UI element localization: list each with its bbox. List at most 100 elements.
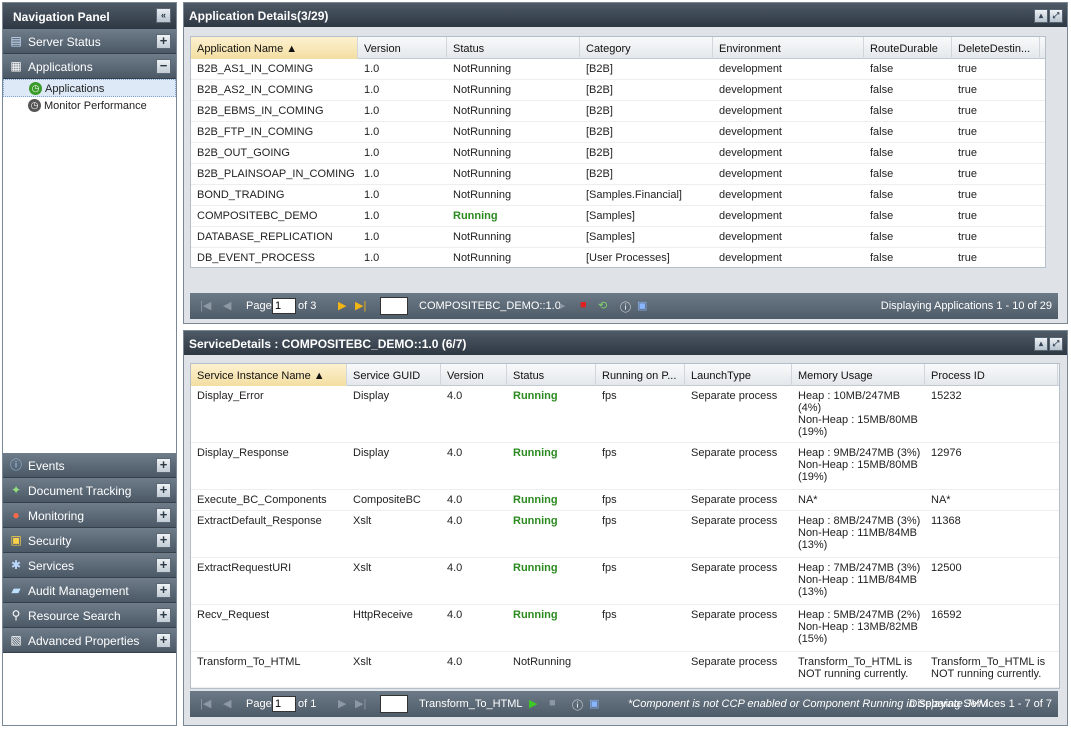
info-icon[interactable]: ⓘ <box>620 299 631 315</box>
expand-icon[interactable]: + <box>156 34 171 49</box>
lock-icon: ▣ <box>10 533 22 547</box>
nav-section-advanced-properties[interactable]: ▧ Advanced Properties + <box>3 628 176 653</box>
column-header[interactable]: Service Instance Name ▲ <box>191 364 347 386</box>
save-icon[interactable]: ▣ <box>589 697 599 710</box>
nav-section-label: Advanced Properties <box>28 634 140 648</box>
column-header[interactable]: Status <box>507 364 596 386</box>
table-row[interactable]: BOND_TRADING 1.0 NotRunning [Samples.Financ… <box>191 185 1045 206</box>
collapse-panel-icon[interactable]: « <box>156 8 171 23</box>
table-cell: true <box>958 231 977 243</box>
collapse-icon[interactable]: − <box>156 59 171 74</box>
nav-section-document-tracking[interactable]: ✦ Document Tracking + <box>3 478 176 503</box>
next-page-icon[interactable]: ▶ <box>338 299 346 312</box>
last-page-icon[interactable]: ▶| <box>355 697 366 710</box>
last-page-icon[interactable]: ▶| <box>355 299 366 312</box>
table-row[interactable]: Recv_Request HttpReceive 4.0 Running fps Sepa… <box>191 605 1059 652</box>
paging-display: Displaying Applications 1 - 10 of 29 <box>880 300 1052 312</box>
expand-icon[interactable]: + <box>156 533 171 548</box>
table-row[interactable]: DB_EVENT_PROCESS 1.0 NotRunning [User Proce… <box>191 248 1045 267</box>
stop-icon[interactable]: ■ <box>580 299 587 311</box>
filter-input[interactable] <box>380 695 408 713</box>
table-cell: Display <box>353 390 390 402</box>
filter-input[interactable] <box>380 297 408 315</box>
table-row[interactable]: Transform_To_HTML Xslt 4.0 NotRunning Separa… <box>191 652 1059 688</box>
nav-section-services[interactable]: ✱ Services + <box>3 553 176 578</box>
save-icon[interactable]: ▣ <box>637 299 647 312</box>
restore-icon[interactable]: ▴ <box>1034 9 1048 23</box>
table-row[interactable]: ExtractRequestURI Xslt 4.0 Running fps Separa… <box>191 558 1059 605</box>
play-icon[interactable]: ▸ <box>560 299 566 312</box>
restore-icon[interactable]: ▴ <box>1034 337 1048 351</box>
table-row[interactable]: Display_Response Display 4.0 Running fps Sepa… <box>191 443 1059 490</box>
expand-icon[interactable]: + <box>156 508 171 523</box>
service-details-header: ServiceDetails : COMPOSITEBC_DEMO::1.0 (… <box>184 331 1067 355</box>
page-number-input[interactable] <box>272 298 296 314</box>
first-page-icon[interactable]: |◀ <box>200 299 211 312</box>
column-header[interactable]: DeleteDestin... <box>952 37 1040 59</box>
nav-item-monitor-performance[interactable]: ◷ Monitor Performance <box>3 97 176 115</box>
maximize-icon[interactable]: ⤢ <box>1049 9 1063 23</box>
table-row[interactable]: ExtractDefault_Response Xslt 4.0 Running fps… <box>191 511 1059 558</box>
service-details-title: ServiceDetails : COMPOSITEBC_DEMO::1.0 (… <box>189 337 467 351</box>
nav-section-applications[interactable]: ▦ Applications − <box>3 54 176 79</box>
column-header[interactable]: RouteDurable <box>864 37 952 59</box>
column-header[interactable]: LaunchType <box>685 364 792 386</box>
expand-icon[interactable]: + <box>156 483 171 498</box>
first-page-icon[interactable]: |◀ <box>200 697 211 710</box>
table-row[interactable]: B2B_PLAINSOAP_IN_COMING 1.0 NotRunning [B2B… <box>191 164 1045 185</box>
expand-icon[interactable]: + <box>156 608 171 623</box>
nav-section-label: Server Status <box>28 35 101 49</box>
info-icon[interactable]: ⓘ <box>572 697 583 713</box>
prev-page-icon[interactable]: ◀ <box>223 299 231 312</box>
table-cell: true <box>958 147 977 159</box>
column-header[interactable]: Environment <box>713 37 864 59</box>
nav-section-security[interactable]: ▣ Security + <box>3 528 176 553</box>
nav-section-label: Applications <box>28 60 93 74</box>
expand-icon[interactable]: + <box>156 583 171 598</box>
table-row[interactable]: B2B_OUT_GOING 1.0 NotRunning [B2B] developme… <box>191 143 1045 164</box>
table-cell: development <box>719 252 782 264</box>
nav-section-monitoring[interactable]: ● Monitoring + <box>3 503 176 528</box>
next-page-icon[interactable]: ▶ <box>338 697 346 710</box>
column-header[interactable]: Version <box>441 364 507 386</box>
expand-icon[interactable]: + <box>156 558 171 573</box>
column-header[interactable]: Version <box>358 37 447 59</box>
nav-section-label: Events <box>28 459 65 473</box>
table-row[interactable]: B2B_EBMS_IN_COMING 1.0 NotRunning [B2B] deve… <box>191 101 1045 122</box>
expand-icon[interactable]: + <box>156 458 171 473</box>
table-row[interactable]: B2B_FTP_IN_COMING 1.0 NotRunning [B2B] devel… <box>191 122 1045 143</box>
play-icon[interactable]: ▶ <box>529 697 537 710</box>
column-header[interactable]: Memory Usage <box>792 364 925 386</box>
column-header[interactable]: Application Name ▲ <box>191 37 358 59</box>
table-cell: Running <box>513 494 558 506</box>
column-header[interactable]: Process ID <box>925 364 1058 386</box>
table-row[interactable]: Execute_BC_Components CompositeBC 4.0 Runni… <box>191 490 1059 511</box>
column-header[interactable]: Category <box>580 37 713 59</box>
table-row[interactable]: COMPOSITEBC_DEMO 1.0 Running [Samples] devel… <box>191 206 1045 227</box>
refresh-icon[interactable]: ⟲ <box>598 299 607 312</box>
table-row[interactable]: Display_Error Display 4.0 Running fps Separat… <box>191 386 1059 443</box>
nav-section-events[interactable]: ⓘ Events + <box>3 453 176 478</box>
table-row[interactable]: B2B_AS1_IN_COMING 1.0 NotRunning [B2B] devel… <box>191 59 1045 80</box>
column-header[interactable]: Status <box>447 37 580 59</box>
expand-icon[interactable]: + <box>156 633 171 648</box>
nav-item-applications[interactable]: ◷ Applications <box>3 79 176 97</box>
column-header[interactable]: Service GUID <box>347 364 441 386</box>
table-row[interactable]: B2B_AS2_IN_COMING 1.0 NotRunning [B2B] devel… <box>191 80 1045 101</box>
maximize-icon[interactable]: ⤢ <box>1049 337 1063 351</box>
page-number-input[interactable] <box>272 696 296 712</box>
table-cell: true <box>958 84 977 96</box>
nav-section-audit-management[interactable]: ▰ Audit Management + <box>3 578 176 603</box>
table-row[interactable]: DATABASE_REPLICATION 1.0 NotRunning [Sample… <box>191 227 1045 248</box>
table-cell: ExtractDefault_Response <box>197 515 322 527</box>
nav-section-server-status[interactable]: ▤ Server Status + <box>3 29 176 54</box>
stop-icon[interactable]: ■ <box>549 697 556 709</box>
nav-section-resource-search[interactable]: ⚲ Resource Search + <box>3 603 176 628</box>
prev-page-icon[interactable]: ◀ <box>223 697 231 710</box>
table-cell: development <box>719 63 782 75</box>
table-cell: Transform_To_HTML is NOT running current… <box>931 656 1046 680</box>
table-cell: development <box>719 189 782 201</box>
table-cell: NotRunning <box>453 105 512 117</box>
column-header[interactable]: Running on P... <box>596 364 685 386</box>
navigation-panel: Navigation Panel « ▤ Server Status + ▦ Appli… <box>2 2 177 726</box>
